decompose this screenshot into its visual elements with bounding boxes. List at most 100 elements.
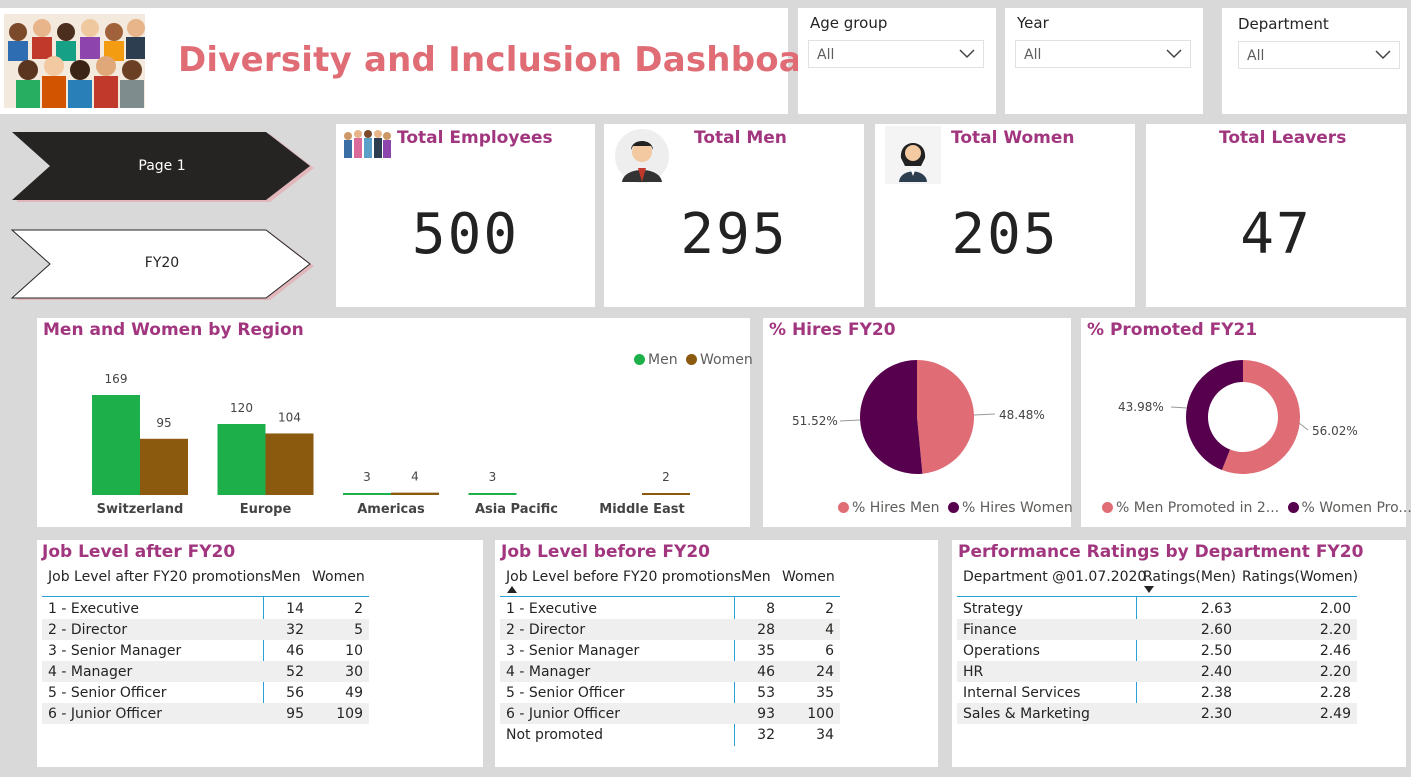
row-value: 2	[354, 600, 363, 617]
row-label: 5 - Senior Officer	[48, 684, 167, 701]
promoted-chart-panel: % Promoted FY21 56.02% 43.98% % Men Prom…	[1081, 318, 1411, 527]
kpi-total-employees: Total Employees 500	[336, 124, 595, 307]
category-label: Middle East	[599, 502, 684, 517]
dropdown-value: All	[1247, 48, 1265, 64]
bar-men-europe[interactable]	[217, 423, 266, 495]
bar-men-americas[interactable]	[343, 493, 391, 495]
category-label: Switzerland	[97, 502, 184, 517]
header-rule	[957, 596, 1357, 597]
row-label: 6 - Junior Officer	[42, 703, 263, 724]
table-row[interactable]: 5 - Senior Officer 56 49	[42, 682, 369, 703]
column-header-women[interactable]: Women	[312, 569, 365, 585]
bar-women-americas[interactable]	[391, 492, 439, 495]
row-value: 2.60	[1136, 619, 1238, 640]
bar-women-middle-east[interactable]	[642, 493, 690, 495]
row-value: 28	[734, 619, 781, 640]
leader-line-men	[1298, 422, 1309, 431]
table-row[interactable]: 5 - Senior Officer 53 35	[500, 682, 840, 703]
pie-slice-women[interactable]	[859, 360, 923, 474]
table-row[interactable]: Operations 2.50 2.46	[957, 640, 1357, 661]
header-rule	[500, 596, 840, 597]
legend-dot-men	[1102, 502, 1113, 513]
table-row[interactable]: 1 - Executive 8 2	[500, 598, 840, 619]
row-label: 3 - Senior Manager	[506, 642, 640, 659]
row-value: 2.63	[1200, 600, 1232, 617]
bar-men-asia-pacific[interactable]	[468, 493, 517, 495]
row-label: 2 - Director	[500, 619, 734, 640]
table-title: Job Level after FY20	[42, 542, 236, 562]
leader-line-women	[1170, 406, 1188, 409]
chevron-down-icon	[959, 49, 975, 59]
pie-slice-men[interactable]	[917, 360, 974, 474]
table-row[interactable]: 4 - Manager 46 24	[500, 661, 840, 682]
pie-label-women: 51.52%	[792, 414, 838, 428]
row-value: 4	[781, 619, 840, 640]
row-label: 2 - Director	[42, 619, 263, 640]
table-row[interactable]: 6 - Junior Officer 93 100	[500, 703, 840, 724]
column-header-ratings-women[interactable]: Ratings(Women)	[1242, 569, 1358, 585]
table-row[interactable]: 1 - Executive 14 2	[42, 598, 369, 619]
table-row[interactable]: 2 - Director 32 5	[42, 619, 369, 640]
table-row[interactable]: Not promoted 32 34	[500, 724, 840, 745]
row-value: 109	[310, 703, 369, 724]
column-header-level[interactable]: Job Level after FY20 promotions	[48, 569, 271, 585]
legend-men: % Hires Men	[852, 500, 940, 516]
bar-women-europe[interactable]	[265, 433, 314, 495]
sort-ascending-icon[interactable]	[507, 586, 517, 593]
table-row[interactable]: 2 - Director 28 4	[500, 619, 840, 640]
table-row[interactable]: 3 - Senior Manager 46 10	[42, 640, 369, 661]
row-value: 2.50	[1200, 642, 1232, 659]
bar-men-switzerland[interactable]	[92, 395, 140, 495]
department-dropdown[interactable]: All	[1238, 41, 1400, 69]
man-avatar-icon	[615, 129, 669, 183]
row-value: 52	[263, 661, 310, 682]
table-row[interactable]: 6 - Junior Officer 95 109	[42, 703, 369, 724]
year-dropdown[interactable]: All	[1015, 40, 1191, 68]
table-row[interactable]: Strategy 2.63 2.00	[957, 598, 1357, 619]
people-crowd-icon	[4, 14, 145, 108]
column-header-level[interactable]: Job Level before FY20 promotions	[506, 569, 741, 585]
table-row[interactable]: HR 2.40 2.20	[957, 661, 1357, 682]
table-row[interactable]: 4 - Manager 52 30	[42, 661, 369, 682]
row-label: Finance	[957, 619, 1136, 640]
kpi-title: Total Women	[951, 128, 1075, 148]
column-header-women[interactable]: Women	[782, 569, 835, 585]
row-value: 56	[286, 684, 304, 701]
kpi-value: 205	[951, 202, 1059, 267]
kpi-total-men: Total Men 295	[604, 124, 864, 307]
job-after-panel: Job Level after FY20 Job Level after FY2…	[37, 540, 483, 767]
column-header-ratings-men[interactable]: Ratings(Men)	[1143, 569, 1236, 585]
perf-panel: Performance Ratings by Department FY20 D…	[952, 540, 1406, 767]
row-value: 10	[345, 642, 363, 659]
bar-women-switzerland[interactable]	[140, 438, 188, 495]
row-label: 1 - Executive	[506, 600, 598, 617]
kpi-title: Total Men	[694, 128, 787, 148]
row-label: Not promoted	[506, 726, 604, 743]
row-label: 3 - Senior Manager	[48, 642, 182, 659]
row-label: Internal Services	[963, 684, 1081, 701]
row-value: 2.20	[1238, 619, 1357, 640]
table-row[interactable]: Sales & Marketing 2.30 2.49	[957, 703, 1357, 724]
table-row[interactable]: 3 - Senior Manager 35 6	[500, 640, 840, 661]
donut-label-women: 43.98%	[1118, 400, 1164, 414]
row-value: 24	[781, 661, 840, 682]
column-header-men[interactable]: Men	[271, 569, 301, 585]
age-group-dropdown[interactable]: All	[808, 40, 984, 68]
kpi-value: 500	[411, 202, 520, 267]
table-row[interactable]: Finance 2.60 2.20	[957, 619, 1357, 640]
category-label: Europe	[240, 502, 292, 517]
group-people-icon	[344, 130, 391, 158]
column-header-men[interactable]: Men	[741, 569, 771, 585]
row-value: 2.46	[1319, 642, 1351, 659]
job-before-panel: Job Level before FY20 Job Level before F…	[495, 540, 938, 767]
table-title: Performance Ratings by Department FY20	[958, 542, 1364, 562]
nav-fy20-label: FY20	[144, 255, 180, 271]
table-row[interactable]: Internal Services 2.38 2.28	[957, 682, 1357, 703]
region-bar-chart: 169 95 Switzerland 120 104 Europe 3 4 Americas 3 A…	[92, 372, 690, 517]
header-panel: Diversity and Inclusion Dashboard	[0, 8, 843, 114]
sort-descending-icon[interactable]	[1144, 586, 1154, 593]
woman-avatar-icon	[885, 126, 941, 184]
column-header-department[interactable]: Department @01.07.2020	[963, 569, 1146, 585]
row-value: 6	[825, 642, 834, 659]
row-value: 2	[825, 600, 834, 617]
